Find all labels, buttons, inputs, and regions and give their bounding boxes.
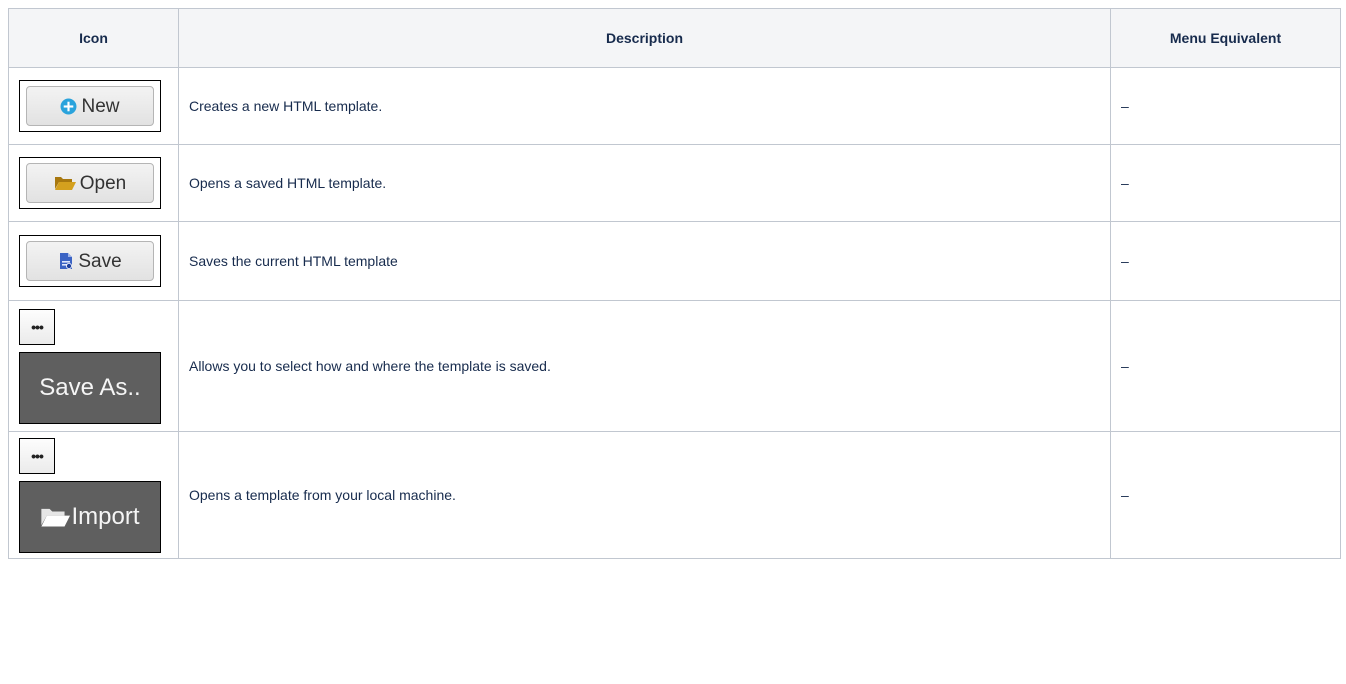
button-stack: ••• Save As.. — [19, 308, 168, 424]
icon-cell: ••• Save As.. — [8, 300, 179, 432]
button-frame: Open — [19, 157, 161, 209]
menu-equivalent-cell: – — [1110, 67, 1341, 145]
header-menu-equivalent: Menu Equivalent — [1110, 8, 1341, 68]
table-row: New Creates a new HTML template. – — [8, 67, 1341, 145]
import-button-label: Import — [71, 502, 140, 530]
icon-cell: Save — [8, 221, 179, 301]
description-cell: Saves the current HTML template — [178, 221, 1111, 301]
table-row: ••• Import Opens a template from your lo… — [8, 431, 1341, 559]
icon-cell: Open — [8, 144, 179, 222]
menu-equivalent-cell: – — [1110, 221, 1341, 301]
table-header-row: Icon Description Menu Equivalent — [8, 8, 1341, 68]
save-document-icon — [58, 252, 74, 270]
description-cell: Opens a saved HTML template. — [178, 144, 1111, 222]
new-button[interactable]: New — [26, 86, 154, 126]
description-cell: Allows you to select how and where the t… — [178, 300, 1111, 432]
folder-open-icon — [54, 175, 76, 191]
open-button-label: Open — [79, 172, 127, 194]
save-as-button-label: Save As.. — [39, 373, 141, 401]
description-cell: Creates a new HTML template. — [178, 67, 1111, 145]
button-frame: New — [19, 80, 161, 132]
more-options-button[interactable]: ••• — [19, 437, 55, 474]
description-cell: Opens a template from your local machine… — [178, 431, 1111, 559]
button-frame: Save — [19, 235, 161, 287]
button-stack: ••• Import — [19, 437, 168, 553]
icon-cell: ••• Import — [8, 431, 179, 559]
page: Icon Description Menu Equivalent New Cre… — [0, 0, 1346, 684]
new-button-label: New — [81, 95, 120, 117]
header-description: Description — [178, 8, 1111, 68]
more-options-button[interactable]: ••• — [19, 308, 55, 345]
table-row: Save Saves the current HTML template – — [8, 221, 1341, 301]
table-row: Open Opens a saved HTML template. – — [8, 144, 1341, 222]
icon-cell: New — [8, 67, 179, 145]
import-button[interactable]: Import — [19, 480, 161, 553]
folder-open-icon — [40, 506, 71, 528]
open-button[interactable]: Open — [26, 163, 154, 203]
save-button-label: Save — [78, 250, 122, 272]
save-button[interactable]: Save — [26, 241, 154, 281]
header-icon: Icon — [8, 8, 179, 68]
menu-equivalent-cell: – — [1110, 144, 1341, 222]
menu-equivalent-cell: – — [1110, 300, 1341, 432]
menu-equivalent-cell: – — [1110, 431, 1341, 559]
table-row: ••• Save As.. Allows you to select how a… — [8, 300, 1341, 432]
save-as-button[interactable]: Save As.. — [19, 351, 161, 424]
plus-circle-icon — [60, 98, 77, 115]
toolbar-icons-table: Icon Description Menu Equivalent New Cre… — [8, 8, 1341, 559]
